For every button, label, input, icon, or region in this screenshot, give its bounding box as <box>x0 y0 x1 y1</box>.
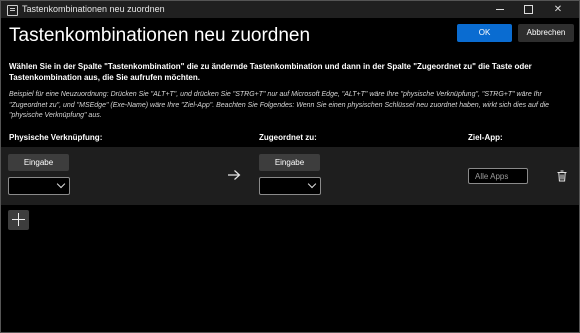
instructions-text: Wählen Sie in der Spalte "Tastenkombinat… <box>9 62 532 82</box>
example-text: Beispiel für eine Neuzuordnung: Drücken … <box>9 91 550 119</box>
page-title: Tastenkombinationen neu zuordnen <box>9 25 311 46</box>
physical-input-button[interactable]: Eingabe <box>8 154 69 171</box>
mapped-shortcut-dropdown[interactable] <box>259 177 321 195</box>
column-header-target-app: Ziel-App: <box>468 133 503 142</box>
minimize-button[interactable] <box>486 1 514 18</box>
close-icon: ✕ <box>553 4 563 15</box>
arrow-right-icon <box>228 170 241 180</box>
target-app-input[interactable]: Alle Apps <box>468 168 528 184</box>
cancel-button[interactable]: Abbrechen <box>518 24 574 42</box>
plus-icon-vertical <box>18 213 19 226</box>
mapped-input-button[interactable]: Eingabe <box>259 154 320 171</box>
trash-icon[interactable] <box>557 170 567 182</box>
maximize-button[interactable] <box>514 1 542 18</box>
title-bar: Tastenkombinationen neu zuordnen ✕ <box>1 1 579 18</box>
window-title: Tastenkombinationen neu zuordnen <box>22 4 165 14</box>
column-header-physical-shortcut: Physische Verknüpfung: <box>9 133 103 142</box>
chevron-down-icon <box>56 179 66 189</box>
minimize-icon <box>496 9 504 10</box>
remap-shortcuts-window: Tastenkombinationen neu zuordnen ✕ Taste… <box>0 0 580 333</box>
column-header-mapped-to: Zugeordnet zu: <box>259 133 317 142</box>
close-button[interactable]: ✕ <box>544 1 572 18</box>
physical-shortcut-dropdown[interactable] <box>8 177 70 195</box>
keyboard-icon <box>7 5 18 16</box>
ok-button[interactable]: OK <box>457 24 512 42</box>
chevron-down-icon <box>307 179 317 189</box>
add-remap-button[interactable] <box>8 210 29 230</box>
maximize-icon <box>524 5 533 14</box>
